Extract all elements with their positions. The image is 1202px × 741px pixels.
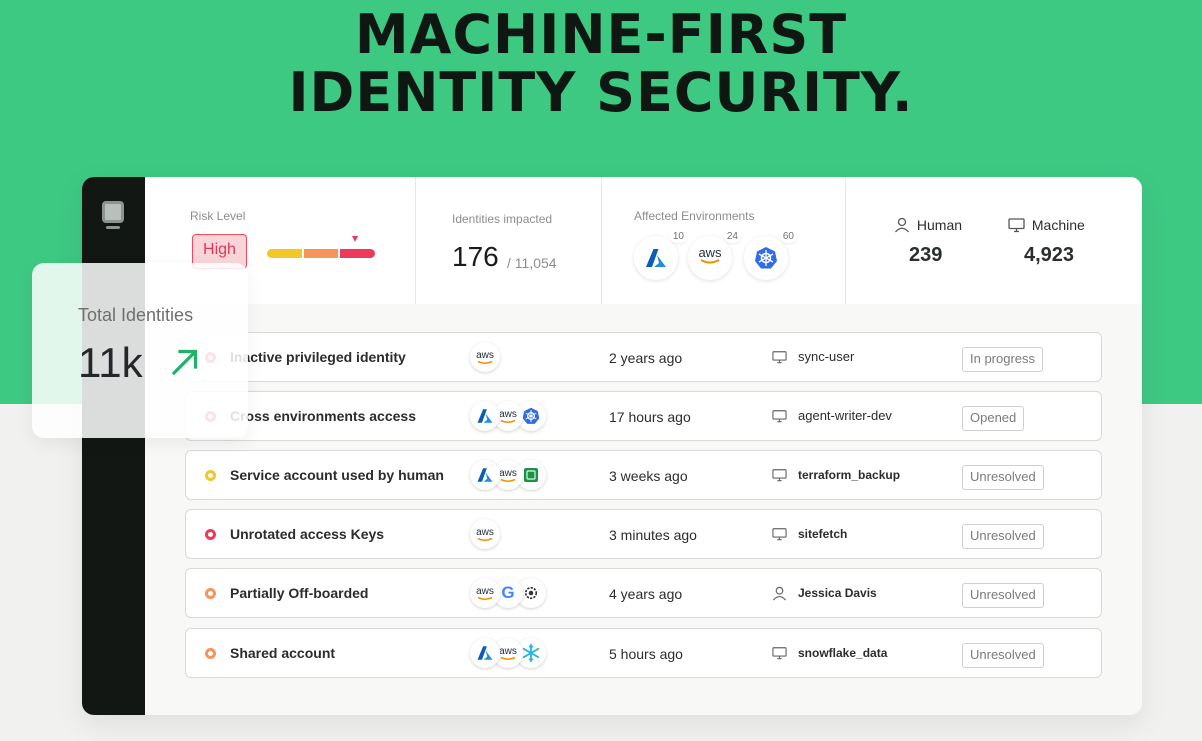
risk-bar-medium <box>304 249 338 258</box>
finding-title: Service account used by human <box>230 467 444 483</box>
finding-identity[interactable]: Jessica Davis <box>798 586 877 600</box>
env-aws[interactable]: aws 24 <box>688 230 741 280</box>
azure-icon <box>470 638 500 668</box>
env-azure[interactable]: 10 <box>634 230 687 280</box>
identities-total-value: / 11,054 <box>507 255 557 271</box>
identities-impacted-metric: Identities impacted 176 / 11,054 <box>415 177 601 304</box>
total-identities-value: 11k <box>78 339 143 386</box>
user-icon <box>895 217 909 233</box>
human-label-group: Human <box>894 217 962 233</box>
status-badge[interactable]: Unresolved <box>962 643 1044 668</box>
finding-row[interactable]: Cross environments access aws 17 hours ago… <box>185 391 1102 441</box>
finding-time: 5 hours ago <box>609 646 683 662</box>
finding-identity[interactable]: terraform_backup <box>798 468 900 482</box>
total-identities-label: Total Identities <box>78 305 194 325</box>
risk-bar-low <box>267 249 302 258</box>
finding-time: 3 minutes ago <box>609 527 697 543</box>
finding-time: 2 years ago <box>609 350 683 366</box>
finding-title: Shared account <box>230 645 336 661</box>
finding-row[interactable]: Unrotated access Keys aws 3 minutes ago sit… <box>185 509 1102 559</box>
total-identities-card: Total Identities 11k <box>32 263 248 438</box>
risk-level-label: Risk Level <box>190 209 246 223</box>
finding-row[interactable]: Inactive privileged identity aws 2 years a… <box>185 332 1102 382</box>
affected-environments-metric: Affected Environments 10 aws 24 60 <box>601 177 845 304</box>
env-azure-count: 10 <box>669 230 687 243</box>
monitor-icon <box>1008 218 1025 233</box>
headline-line-2: IDENTITY SECURITY. <box>288 61 914 124</box>
aws-icon: aws <box>470 519 500 549</box>
severity-medium-icon <box>205 648 216 659</box>
severity-high-icon <box>205 529 216 540</box>
human-label: Human <box>916 217 963 233</box>
env-kubernetes-count: 60 <box>779 230 797 243</box>
env-kubernetes[interactable]: 60 <box>744 230 797 280</box>
finding-title: Inactive privileged identity <box>230 349 406 365</box>
identities-impacted-value: 176 <box>452 241 499 272</box>
metrics-header: Risk Level High Identities impacted 176 … <box>145 177 1142 304</box>
finding-time: 17 hours ago <box>609 409 691 425</box>
finding-identity[interactable]: sitefetch <box>798 527 847 541</box>
risk-bar-high <box>340 249 375 258</box>
finding-title: Partially Off-boarded <box>230 585 369 601</box>
monitor-icon <box>772 409 788 425</box>
aws-icon: aws <box>688 246 732 265</box>
monitor-icon <box>772 350 788 366</box>
machine-count: 4,923 <box>1024 244 1075 266</box>
status-badge[interactable]: Unresolved <box>962 583 1044 608</box>
azure-icon <box>470 401 500 431</box>
status-badge[interactable]: Unresolved <box>962 524 1044 549</box>
finding-identity[interactable]: agent-writer-dev <box>798 408 892 423</box>
aws-icon: aws <box>470 342 500 372</box>
azure-icon <box>646 249 666 267</box>
monitor-icon <box>772 468 788 484</box>
monitor-icon <box>772 646 788 662</box>
status-badge[interactable]: In progress <box>962 347 1044 372</box>
finding-time: 4 years ago <box>609 586 683 602</box>
finding-time: 3 weeks ago <box>609 468 688 484</box>
kubernetes-icon <box>755 247 777 269</box>
monitor-icon <box>772 527 788 543</box>
status-badge[interactable]: Unresolved <box>962 465 1044 490</box>
app-logo-icon[interactable] <box>101 201 125 231</box>
risk-marker-icon <box>352 236 358 242</box>
human-count: 239 <box>909 244 943 266</box>
severity-low-icon <box>205 470 216 481</box>
finding-title: Cross environments access <box>230 408 416 424</box>
affected-environments-label: Affected Environments <box>634 209 755 223</box>
arrow-up-right-icon <box>171 349 198 376</box>
azure-icon <box>470 460 500 490</box>
env-aws-count: 24 <box>723 230 741 243</box>
aws-icon: aws <box>470 578 500 608</box>
finding-row[interactable]: Shared account aws 5 hours ago snowflake_da… <box>185 628 1102 678</box>
headline-line-1: MACHINE-FIRST <box>354 3 848 66</box>
identities-impacted-label: Identities impacted <box>452 212 553 226</box>
hero-headline: MACHINE-FIRST IDENTITY SECURITY. <box>0 6 1202 122</box>
finding-row[interactable]: Partially Off-boarded aws G 4 years ago Jess… <box>185 568 1102 618</box>
sidebar <box>82 177 145 715</box>
machine-label: Machine <box>1031 217 1085 233</box>
finding-identity[interactable]: snowflake_data <box>798 646 887 660</box>
severity-medium-icon <box>205 588 216 599</box>
user-icon <box>772 586 788 602</box>
machine-label-group: Machine <box>1008 217 1085 233</box>
identity-types-metric: Human 239 Machine 4,923 <box>845 177 1142 304</box>
finding-row[interactable]: Service account used by human aws 3 weeks … <box>185 450 1102 500</box>
finding-identity[interactable]: sync-user <box>798 349 854 364</box>
status-badge[interactable]: Opened <box>962 406 1025 431</box>
finding-title: Unrotated access Keys <box>230 526 385 542</box>
